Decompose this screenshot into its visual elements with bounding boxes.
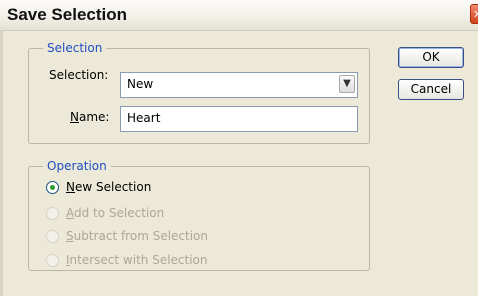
radio-subtract-from-selection-label: Subtract from Selection <box>66 229 208 243</box>
close-button[interactable]: ✕ <box>470 4 478 24</box>
selection-dropdown-value: New <box>127 77 154 91</box>
ok-button[interactable]: OK <box>398 47 464 68</box>
dialog-title: Save Selection <box>7 5 128 24</box>
radio-disabled-icon <box>46 230 59 243</box>
radio-disabled-icon <box>46 254 59 267</box>
operation-group-legend: Operation <box>43 159 111 173</box>
cancel-button[interactable]: Cancel <box>398 79 464 100</box>
radio-disabled-icon <box>46 207 59 220</box>
name-input-value: Heart <box>127 111 161 125</box>
window-border <box>0 30 3 296</box>
chevron-down-icon[interactable]: ▼ <box>339 75 355 93</box>
title-bar: Save Selection ✕ <box>0 0 478 31</box>
radio-selected-icon[interactable] <box>46 181 59 194</box>
name-label: Name: <box>70 110 110 124</box>
selection-label: Selection: <box>49 68 109 82</box>
selection-dropdown[interactable]: New ▼ <box>120 72 358 98</box>
selection-group-legend: Selection <box>43 41 107 55</box>
close-icon: ✕ <box>473 8 478 21</box>
name-input[interactable]: Heart <box>120 106 358 132</box>
radio-new-selection-label: New Selection <box>66 180 152 194</box>
radio-add-to-selection-label: Add to Selection <box>66 206 165 220</box>
radio-intersect-with-selection-label: Intersect with Selection <box>66 253 208 267</box>
